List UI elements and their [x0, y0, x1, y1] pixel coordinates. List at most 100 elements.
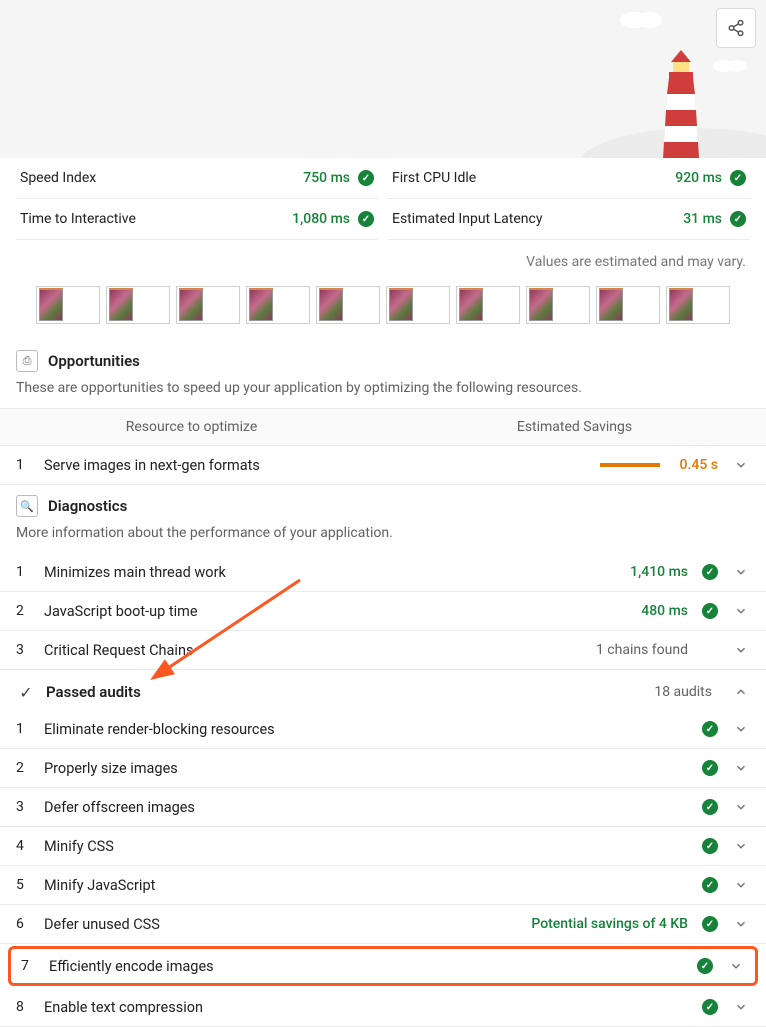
audit-name: JavaScript boot-up time: [44, 603, 627, 620]
magnifier-icon: 🔍: [16, 495, 38, 517]
opportunity-row[interactable]: 1 Serve images in next-gen formats 0.45 …: [0, 446, 766, 485]
audit-name: Efficiently encode images: [49, 958, 683, 975]
diagnostic-value: 1,410 ms: [630, 564, 688, 580]
report-header: [0, 0, 766, 158]
chevron-down-icon[interactable]: [732, 837, 750, 855]
metric-label: First CPU Idle: [392, 170, 476, 186]
audit-name: Critical Request Chains: [44, 642, 582, 659]
filmstrip-thumb: [36, 286, 100, 324]
pass-icon: [702, 760, 718, 776]
section-description: More information about the performance o…: [0, 523, 766, 553]
chevron-down-icon[interactable]: [732, 876, 750, 894]
diagnostic-row[interactable]: 3 Critical Request Chains 1 chains found: [0, 631, 766, 670]
savings-bar: [600, 463, 660, 467]
chevron-down-icon[interactable]: [732, 720, 750, 738]
pass-icon: [702, 999, 718, 1015]
filmstrip-thumb: [316, 286, 380, 324]
chevron-up-icon[interactable]: [732, 683, 750, 701]
metric-speed-index: Speed Index 750 ms: [16, 158, 378, 199]
row-index: 3: [16, 642, 30, 658]
diagnostic-value: 480 ms: [641, 603, 688, 619]
passed-audit-row[interactable]: 1 Eliminate render-blocking resources: [0, 710, 766, 749]
chevron-down-icon[interactable]: [732, 798, 750, 816]
audit-name: Minimizes main thread work: [44, 564, 616, 581]
opportunities-columns: Resource to optimize Estimated Savings: [0, 408, 766, 446]
metric-value: 1,080 ms: [292, 211, 350, 227]
audit-name: Properly size images: [44, 760, 688, 777]
chevron-down-icon[interactable]: [732, 563, 750, 581]
audit-name: Eliminate render-blocking resources: [44, 721, 688, 738]
audit-name: Defer unused CSS: [44, 916, 517, 933]
chevron-down-icon[interactable]: [732, 915, 750, 933]
row-index: 1: [16, 457, 30, 473]
filmstrip-thumb: [176, 286, 240, 324]
filmstrip-thumb: [106, 286, 170, 324]
chevron-down-icon[interactable]: [732, 759, 750, 777]
opportunities-header: ⎙ Opportunities: [0, 340, 766, 378]
audit-name: Minify CSS: [44, 838, 688, 855]
passed-audits-header[interactable]: ✓ Passed audits 18 audits: [0, 670, 766, 710]
audit-name: Serve images in next-gen formats: [44, 457, 586, 474]
row-index: 7: [21, 958, 35, 974]
filmstrip-thumb: [526, 286, 590, 324]
column-header: Resource to optimize: [0, 409, 383, 445]
filmstrip-thumb: [596, 286, 660, 324]
metrics-grid: Speed Index 750 ms Time to Interactive 1…: [0, 158, 766, 240]
cloud-icon: [710, 56, 750, 74]
chevron-down-icon[interactable]: [732, 456, 750, 474]
row-index: 1: [16, 721, 30, 737]
passed-audit-row[interactable]: 6 Defer unused CSS Potential savings of …: [0, 905, 766, 944]
diagnostic-row[interactable]: 1 Minimizes main thread work 1,410 ms: [0, 553, 766, 592]
passed-audit-row[interactable]: 4 Minify CSS: [0, 827, 766, 866]
audit-name: Minify JavaScript: [44, 877, 688, 894]
section-title: Passed audits: [46, 683, 141, 701]
filmstrip-thumb: [666, 286, 730, 324]
row-index: 8: [16, 999, 30, 1015]
passed-audit-row[interactable]: 8 Enable text compression: [0, 988, 766, 1027]
metric-label: Estimated Input Latency: [392, 211, 542, 227]
chevron-down-icon[interactable]: [732, 641, 750, 659]
audit-name: Defer offscreen images: [44, 799, 688, 816]
filmstrip-thumb: [386, 286, 450, 324]
passed-audit-row[interactable]: 2 Properly size images: [0, 749, 766, 788]
row-index: 3: [16, 799, 30, 815]
passed-audit-row[interactable]: 3 Defer offscreen images: [0, 788, 766, 827]
pass-icon: [702, 916, 718, 932]
metric-value: 31 ms: [683, 211, 722, 227]
savings-value: 0.45 s: [680, 457, 718, 473]
lighthouse-icon: [651, 48, 711, 158]
row-index: 6: [16, 916, 30, 932]
row-index: 2: [16, 603, 30, 619]
share-icon: [727, 19, 745, 37]
metric-value: 750 ms: [303, 170, 350, 186]
chevron-down-icon[interactable]: [732, 998, 750, 1016]
metric-value: 920 ms: [675, 170, 722, 186]
check-icon: ✓: [16, 682, 36, 702]
chevron-down-icon[interactable]: [727, 957, 745, 975]
pass-icon: [730, 170, 746, 186]
audit-name: Enable text compression: [44, 999, 688, 1016]
savings-note: Potential savings of 4 KB: [531, 916, 688, 932]
passed-audit-row-highlighted[interactable]: 7 Efficiently encode images: [8, 946, 758, 986]
filmstrip-thumb: [456, 286, 520, 324]
diagnostic-row[interactable]: 2 JavaScript boot-up time 480 ms: [0, 592, 766, 631]
passed-audit-row[interactable]: 5 Minify JavaScript: [0, 866, 766, 905]
section-description: These are opportunities to speed up your…: [0, 378, 766, 408]
pass-icon: [730, 211, 746, 227]
pass-icon: [697, 958, 713, 974]
row-index: 1: [16, 564, 30, 580]
metric-tti: Time to Interactive 1,080 ms: [16, 199, 378, 240]
section-title: Diagnostics: [48, 497, 127, 515]
pass-icon: [702, 721, 718, 737]
chevron-down-icon[interactable]: [732, 602, 750, 620]
metric-first-cpu-idle: First CPU Idle 920 ms: [388, 158, 750, 199]
filmstrip-thumb: [246, 286, 310, 324]
column-header: Estimated Savings: [383, 409, 766, 445]
metric-input-latency: Estimated Input Latency 31 ms: [388, 199, 750, 240]
diagnostics-header: 🔍 Diagnostics: [0, 485, 766, 523]
section-title: Opportunities: [48, 352, 140, 370]
row-index: 5: [16, 877, 30, 893]
share-button[interactable]: [716, 8, 756, 48]
pass-icon: [702, 838, 718, 854]
pass-icon: [702, 877, 718, 893]
